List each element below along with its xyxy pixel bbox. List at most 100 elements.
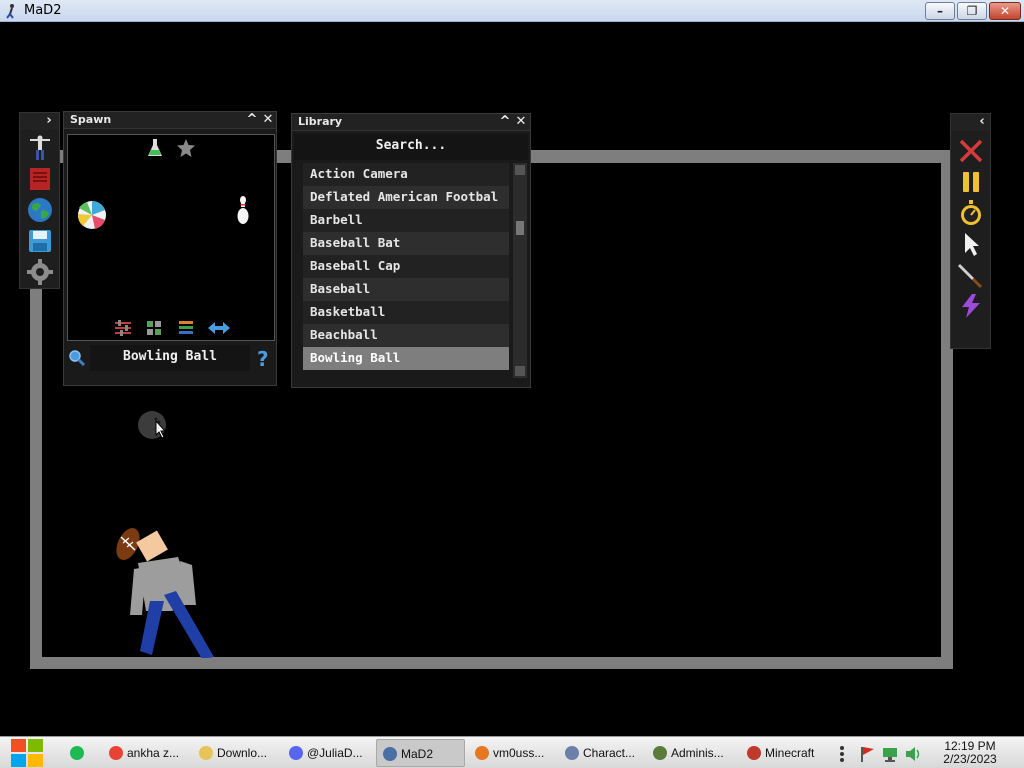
library-close-button[interactable]: ✕ — [514, 115, 528, 129]
scroll-up-arrow[interactable] — [515, 165, 525, 175]
close-x-icon[interactable] — [958, 138, 984, 164]
globe-icon[interactable] — [27, 197, 53, 223]
sliders-icon[interactable] — [114, 320, 132, 336]
spawn-selected-item: Bowling Ball — [123, 349, 217, 364]
windows-start-icon[interactable] — [10, 738, 44, 768]
spawn-collapse-button[interactable]: ^ — [245, 113, 259, 127]
knife-icon[interactable] — [958, 262, 984, 288]
close-button[interactable]: ✕ — [989, 2, 1021, 20]
taskbar-item[interactable]: Adminis... — [647, 739, 737, 767]
list-icon[interactable] — [178, 320, 194, 336]
taskbar-item-label: MaD2 — [401, 747, 434, 761]
taskbar-item-label: Charact... — [583, 746, 636, 760]
save-icon[interactable] — [27, 228, 53, 254]
taskbar-item-label: Minecraft — [765, 746, 815, 760]
stopwatch-icon[interactable] — [958, 200, 984, 226]
expand-button[interactable]: › — [42, 114, 56, 128]
library-item[interactable]: Baseball Cap — [303, 255, 509, 278]
scroll-thumb[interactable] — [516, 221, 524, 235]
ragdoll-icon[interactable] — [27, 135, 53, 161]
library-item[interactable]: Beachball — [303, 324, 509, 347]
taskbar-item[interactable]: Charact... — [559, 739, 643, 767]
gear-icon[interactable] — [27, 259, 53, 285]
right-toolbar-head: ‹ — [951, 114, 990, 131]
vm-icon — [475, 746, 489, 760]
library-panel-title: Library — [298, 115, 343, 128]
right-toolbar-collapse-button[interactable]: ‹ — [975, 115, 989, 129]
mad2-icon — [383, 747, 397, 761]
maximize-icon: ❐ — [966, 4, 978, 18]
library-item[interactable]: Baseball Bat — [303, 232, 509, 255]
chrome-icon — [109, 746, 123, 760]
library-collapse-button[interactable]: ^ — [498, 115, 512, 129]
taskbar-item[interactable]: vm0uss... — [469, 739, 555, 767]
minimize-button[interactable]: – — [925, 2, 955, 20]
network-icon[interactable] — [882, 746, 898, 762]
library-scrollbar[interactable] — [513, 163, 527, 378]
library-item[interactable]: Basketball — [303, 301, 509, 324]
clock-date: 2/23/2023 — [943, 752, 997, 766]
library-item[interactable]: Deflated American Footbal — [303, 186, 509, 209]
admin-icon — [653, 746, 667, 760]
taskbar: ankha z... Downlo... @JuliaD... MaD2 vm0uss.… — [0, 736, 1024, 768]
star-icon[interactable] — [176, 138, 196, 158]
minimize-icon: – — [937, 4, 943, 18]
taskbar-item[interactable]: @JuliaD... — [283, 739, 372, 767]
system-tray — [835, 739, 930, 767]
spawn-panel-header: Spawn ^ ✕ — [64, 112, 276, 129]
book-icon[interactable] — [27, 166, 53, 192]
library-item[interactable]: Baseball — [303, 278, 509, 301]
discord-icon — [289, 746, 303, 760]
clock[interactable]: 12:19 PM 2/23/2023 — [935, 740, 1005, 766]
taskbar-item[interactable]: Downlo... — [193, 739, 279, 767]
library-item[interactable]: Barbell — [303, 209, 509, 232]
ragdoll-figure[interactable] — [108, 523, 220, 658]
maximize-button[interactable]: ❐ — [957, 2, 987, 20]
lightning-icon[interactable] — [958, 293, 984, 319]
mad2-app-icon — [6, 4, 14, 19]
grid-icon[interactable] — [146, 320, 162, 336]
scroll-down-arrow[interactable] — [515, 366, 525, 376]
library-search-placeholder: Search... — [375, 138, 447, 153]
library-search-input[interactable]: Search... — [294, 134, 528, 160]
right-toolbar: ‹ — [950, 113, 991, 349]
taskbar-item[interactable]: MaD2 — [376, 739, 465, 767]
spawn-panel-title: Spawn — [70, 113, 112, 126]
beachball-icon[interactable] — [77, 200, 107, 230]
search-icon[interactable] — [68, 349, 86, 367]
library-panel-header: Library ^ ✕ — [292, 114, 530, 131]
flask-icon[interactable] — [148, 139, 162, 157]
overflow-dots-icon[interactable] — [839, 746, 845, 762]
spawn-preview-area[interactable] — [67, 134, 275, 341]
cursor-icon[interactable] — [958, 231, 984, 257]
flag-icon[interactable] — [859, 746, 875, 762]
bowling-pin-icon[interactable] — [237, 195, 249, 225]
taskbar-item-label: vm0uss... — [493, 746, 545, 760]
spawn-search-field[interactable]: Bowling Ball — [90, 345, 250, 371]
left-toolbar-head: › — [20, 113, 59, 130]
library-item[interactable]: Action Camera — [303, 163, 509, 186]
screen: MaD2 – ❐ ✕ › Spawn ^ ✕ Bowling Ball ? Li… — [0, 0, 1024, 768]
left-toolbar: › — [19, 112, 60, 289]
taskbar-item[interactable] — [64, 739, 92, 767]
window-titlebar: MaD2 – ❐ ✕ — [0, 0, 1024, 22]
taskbar-item-label: ankha z... — [127, 746, 180, 760]
taskbar-item-label: Adminis... — [671, 746, 724, 760]
window-title: MaD2 — [24, 3, 62, 18]
spotify-icon — [70, 746, 84, 760]
swap-arrows-icon[interactable] — [208, 320, 230, 336]
library-item[interactable]: Bowling Ball — [303, 347, 509, 370]
spawn-close-button[interactable]: ✕ — [261, 113, 275, 127]
pause-icon[interactable] — [958, 169, 984, 195]
help-icon[interactable]: ? — [257, 347, 269, 371]
taskbar-item[interactable]: ankha z... — [103, 739, 189, 767]
taskbar-item-label: @JuliaD... — [307, 746, 363, 760]
taskbar-item-label: Downlo... — [217, 746, 268, 760]
game-canvas[interactable]: › Spawn ^ ✕ Bowling Ball ? Library ^ ✕ S… — [0, 23, 1024, 734]
volume-icon[interactable] — [905, 746, 921, 762]
folder-icon — [199, 746, 213, 760]
character-icon — [565, 746, 579, 760]
spawn-panel: Spawn ^ ✕ Bowling Ball ? — [63, 111, 277, 386]
taskbar-item[interactable]: Minecraft — [741, 739, 825, 767]
bowling-ball-object[interactable] — [136, 409, 170, 443]
